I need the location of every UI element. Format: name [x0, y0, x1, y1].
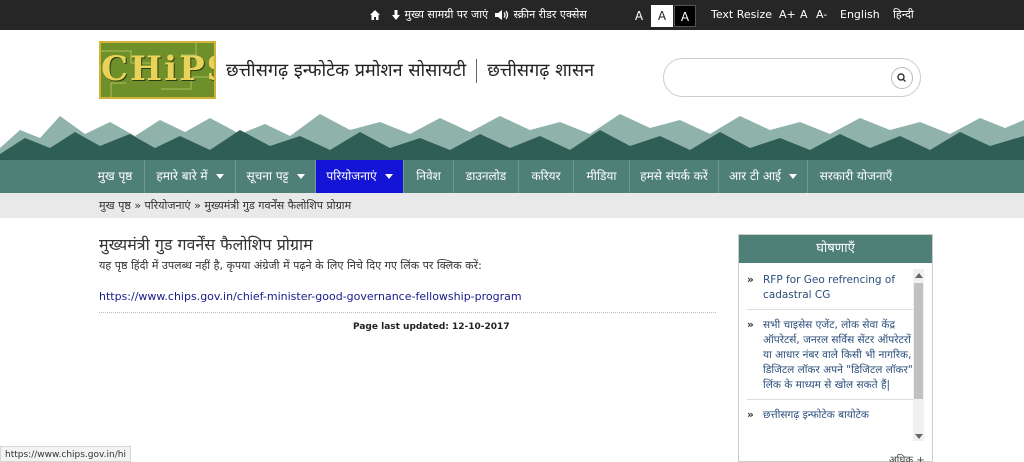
search-input[interactable] — [680, 68, 880, 88]
nav-government-schemes-label: सरकारी योजनाएँ — [819, 169, 893, 183]
scrollbar-thumb[interactable] — [914, 283, 923, 399]
language-hindi-link[interactable]: हिन्दी — [893, 0, 914, 30]
organization-name: छत्तीसगढ़ इन्फोटेक प्रमोशन सोसायटी — [226, 60, 467, 81]
chevron-down-icon — [384, 174, 393, 179]
nav-media-label: मीडिया — [586, 169, 617, 183]
list-item[interactable]: » छत्तीसगढ़ इन्फोटेक बायोटेक — [747, 408, 914, 429]
nav-rti[interactable]: आर टी आई — [719, 160, 808, 193]
bullet-icon: » — [747, 319, 754, 331]
font-decrease-button[interactable]: A- — [816, 0, 827, 30]
skip-to-main-label: मुख्य सामग्री पर जाएं — [404, 8, 489, 21]
announcements-heading: घोषणाएँ — [739, 235, 932, 263]
screen-reader-link[interactable]: स्क्रीन रीडर एक्सेस — [494, 0, 587, 30]
search-icon — [897, 73, 906, 82]
contrast-default-button[interactable]: A — [628, 5, 650, 27]
scroll-down-arrow-icon[interactable] — [915, 434, 923, 439]
nav-investment-label: निवेश — [416, 169, 441, 183]
nav-contact[interactable]: हमसे संपर्क करें — [630, 160, 719, 193]
nav-home[interactable]: मुख पृष्ठ — [86, 160, 145, 193]
nav-downloads[interactable]: डाउनलोड — [454, 160, 519, 193]
chevron-down-icon — [789, 174, 798, 179]
list-item[interactable]: » RFP for Geo refrencing of cadastral CG — [747, 273, 914, 310]
speaker-icon — [495, 10, 509, 20]
page-last-updated: Page last updated: 12-10-2017 — [353, 322, 510, 332]
nav-home-label: मुख पृष्ठ — [97, 169, 133, 183]
nav-media[interactable]: मीडिया — [574, 160, 630, 193]
scroll-up-arrow-icon[interactable] — [915, 273, 923, 278]
mountain-banner — [0, 114, 1024, 160]
announcement-text[interactable]: RFP for Geo refrencing of cadastral CG — [763, 274, 895, 301]
list-item[interactable]: » सभी चाइसेस एजेंट, लोक सेवा केंद्र ऑपरे… — [747, 318, 914, 400]
status-bar-url: https://www.chips.gov.in/hi — [0, 446, 131, 462]
announcement-text[interactable]: सभी चाइसेस एजेंट, लोक सेवा केंद्र ऑपरेटर… — [763, 319, 913, 391]
nav-contact-label: हमसे संपर्क करें — [640, 169, 708, 183]
home-icon[interactable] — [369, 0, 381, 30]
nav-about-label: हमारे बारे में — [156, 169, 208, 183]
contrast-dark-button[interactable]: A — [674, 5, 696, 27]
nav-rti-label: आर टी आई — [728, 169, 782, 183]
breadcrumb-trail: मुख पृष्ठ » परियोजनाएं » मुख्यमंत्री गुड… — [99, 193, 351, 218]
nav-projects[interactable]: परियोजनाएं — [316, 160, 404, 193]
skip-to-main-link[interactable]: मुख्य सामग्री पर जाएं — [391, 0, 488, 30]
font-normal-button[interactable]: A — [800, 0, 808, 30]
nav-career-label: करियर — [531, 169, 561, 183]
announcement-text[interactable]: छत्तीसगढ़ इन्फोटेक बायोटेक — [763, 409, 869, 421]
government-name: छत्तीसगढ़ शासन — [487, 60, 595, 81]
top-utility-bar: मुख्य सामग्री पर जाएं स्क्रीन रीडर एक्से… — [0, 0, 1024, 30]
breadcrumb-current: मुख्यमंत्री गुड गवर्नेंस फैलोशिप प्रोग्र… — [204, 199, 352, 212]
search-box — [663, 58, 921, 97]
text-resize-label: Text Resize — [711, 8, 772, 21]
nav-investment[interactable]: निवेश — [404, 160, 454, 193]
announcements-panel: घोषणाएँ » RFP for Geo refrencing of cada… — [738, 234, 933, 462]
breadcrumb-projects-link[interactable]: परियोजनाएं — [145, 199, 191, 212]
content-divider — [99, 312, 716, 313]
updated-label: Page last updated: — [353, 322, 449, 332]
announcements-list[interactable]: » RFP for Geo refrencing of cadastral CG… — [747, 273, 914, 437]
contrast-light-button[interactable]: A — [651, 5, 673, 27]
breadcrumb-separator: » — [194, 199, 201, 212]
english-page-link[interactable]: https://www.chips.gov.in/chief-minister-… — [99, 290, 522, 303]
nav-government-schemes[interactable]: सरकारी योजनाएँ — [808, 160, 904, 193]
chevron-down-icon — [296, 174, 305, 179]
main-navigation: मुख पृष्ठ हमारे बारे में सूचना पट्ट परिय… — [0, 160, 1024, 193]
nav-downloads-label: डाउनलोड — [465, 169, 507, 183]
chips-logo[interactable]: CHiPS — [99, 41, 216, 99]
logo-text: CHiPS — [101, 49, 214, 89]
nav-notice-board[interactable]: सूचना पट्ट — [236, 160, 316, 193]
nav-notice-board-label: सूचना पट्ट — [246, 169, 289, 183]
search-button[interactable] — [891, 67, 913, 89]
breadcrumb-separator: » — [134, 199, 142, 212]
page-title: मुख्यमंत्री गुड गवर्नेंस फैलोशिप प्रोग्र… — [99, 235, 313, 254]
title-separator — [476, 59, 478, 83]
nav-projects-label: परियोजनाएं — [326, 169, 377, 183]
language-english-link[interactable]: English — [840, 0, 880, 30]
screen-reader-label: स्क्रीन रीडर एक्सेस — [513, 8, 587, 21]
bullet-icon: » — [747, 409, 754, 421]
updated-date: 12-10-2017 — [452, 322, 510, 332]
arrow-down-icon — [392, 10, 400, 20]
more-announcements-link[interactable]: अधिक + — [889, 452, 925, 462]
chevron-down-icon — [215, 174, 224, 179]
breadcrumb: मुख पृष्ठ » परियोजनाएं » मुख्यमंत्री गुड… — [0, 193, 1024, 218]
breadcrumb-home-link[interactable]: मुख पृष्ठ — [99, 199, 131, 212]
nav-career[interactable]: करियर — [519, 160, 574, 193]
nav-about[interactable]: हमारे बारे में — [145, 160, 236, 193]
page-note: यह पृष्ठ हिंदी में उपलब्ध नहीं है, कृपया… — [99, 259, 482, 272]
site-title: छत्तीसगढ़ इन्फोटेक प्रमोशन सोसायटी छत्तीस… — [226, 56, 594, 86]
bullet-icon: » — [747, 274, 754, 286]
font-increase-button[interactable]: A+ — [779, 0, 796, 30]
